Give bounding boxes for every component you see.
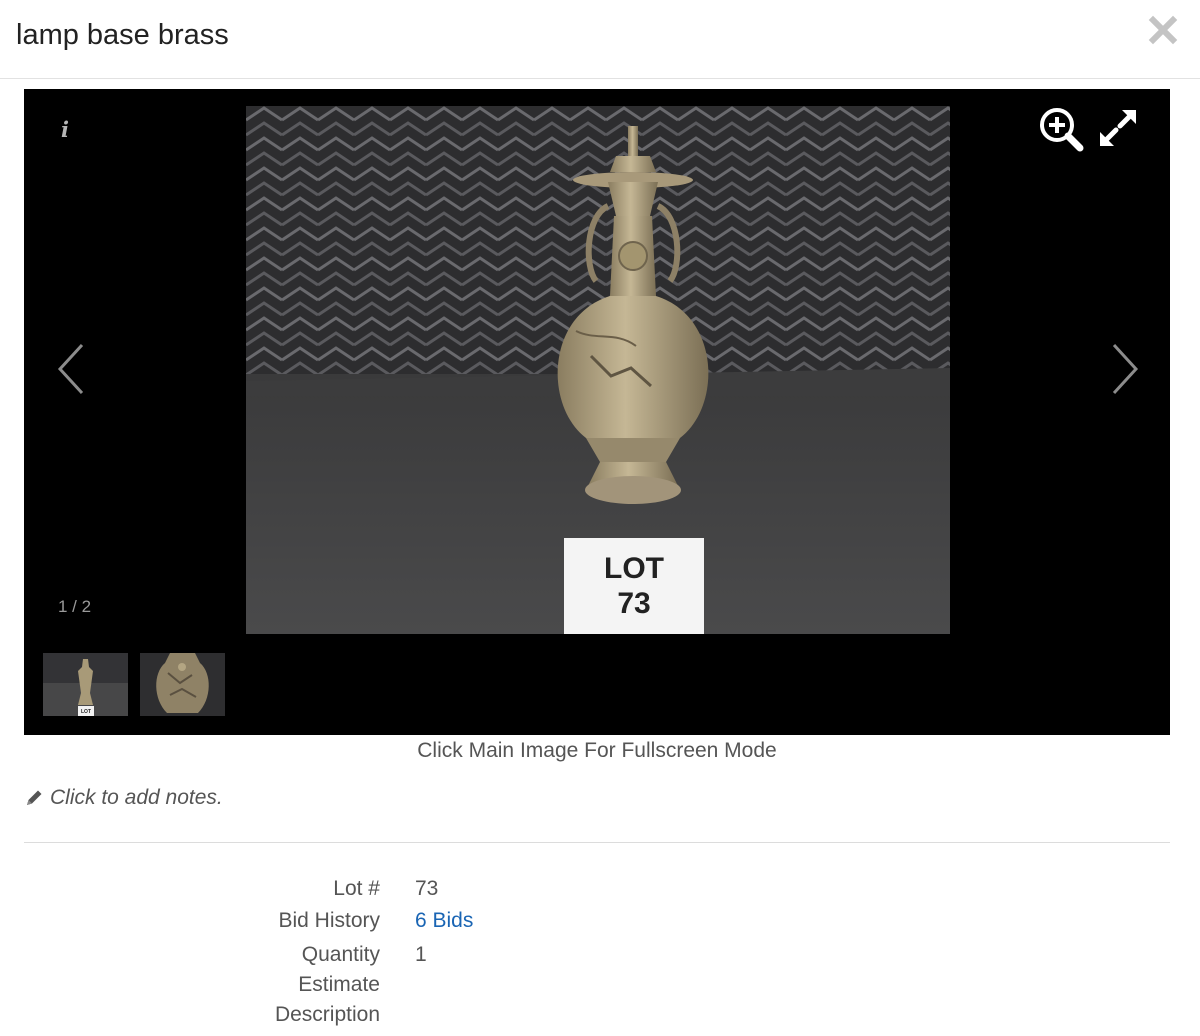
quantity-row: Quantity 1: [0, 940, 1200, 970]
zoom-in-icon: [1040, 108, 1084, 152]
next-image-button[interactable]: [1104, 339, 1144, 399]
lot-sign-line1: LOT: [604, 552, 664, 585]
quantity-label: Quantity: [301, 943, 380, 966]
previous-image-button[interactable]: [52, 339, 92, 399]
thumbnail-2[interactable]: [140, 653, 225, 716]
close-button[interactable]: [1148, 12, 1178, 46]
pencil-icon: [27, 790, 42, 805]
expand-icon: [1100, 110, 1136, 146]
bid-history-row: Bid History 6 Bids: [0, 906, 1200, 936]
add-notes-label: Click to add notes.: [50, 786, 223, 809]
image-counter: 1 / 2: [58, 597, 92, 616]
lamp-base-photo: LOT 73: [246, 106, 950, 634]
lot-number-value: 73: [415, 877, 439, 900]
bid-history-label: Bid History: [278, 909, 380, 932]
info-icon[interactable]: i: [58, 119, 72, 141]
estimate-label: Estimate: [298, 973, 380, 996]
quantity-value: 1: [415, 943, 427, 966]
fullscreen-hint: Click Main Image For Fullscreen Mode: [417, 739, 777, 762]
chevron-left-icon: [57, 343, 84, 395]
close-icon: [1148, 15, 1178, 45]
zoom-in-button[interactable]: [1038, 106, 1084, 152]
lot-number-row: Lot # 73: [0, 874, 1200, 904]
add-notes-link[interactable]: Click to add notes.: [24, 784, 223, 812]
modal-title: lamp base brass: [16, 19, 229, 51]
divider: [24, 842, 1170, 843]
chevron-right-icon: [1112, 343, 1139, 395]
modal-header: lamp base brass: [0, 0, 1200, 79]
estimate-row: Estimate: [0, 970, 1200, 1000]
description-label: Description: [274, 1003, 380, 1026]
description-row: Description: [0, 1000, 1200, 1030]
lot-number-label: Lot #: [333, 877, 380, 900]
image-viewer: i LOT 73 1 / 2 LOT: [24, 89, 1170, 735]
main-image[interactable]: LOT 73: [246, 106, 950, 634]
lot-sign-line2: 73: [617, 587, 650, 620]
fullscreen-button[interactable]: [1096, 106, 1140, 150]
thumbnail-sign: LOT: [81, 709, 91, 715]
bid-history-link[interactable]: 6 Bids: [415, 906, 473, 936]
thumbnail-1[interactable]: LOT: [43, 653, 128, 716]
